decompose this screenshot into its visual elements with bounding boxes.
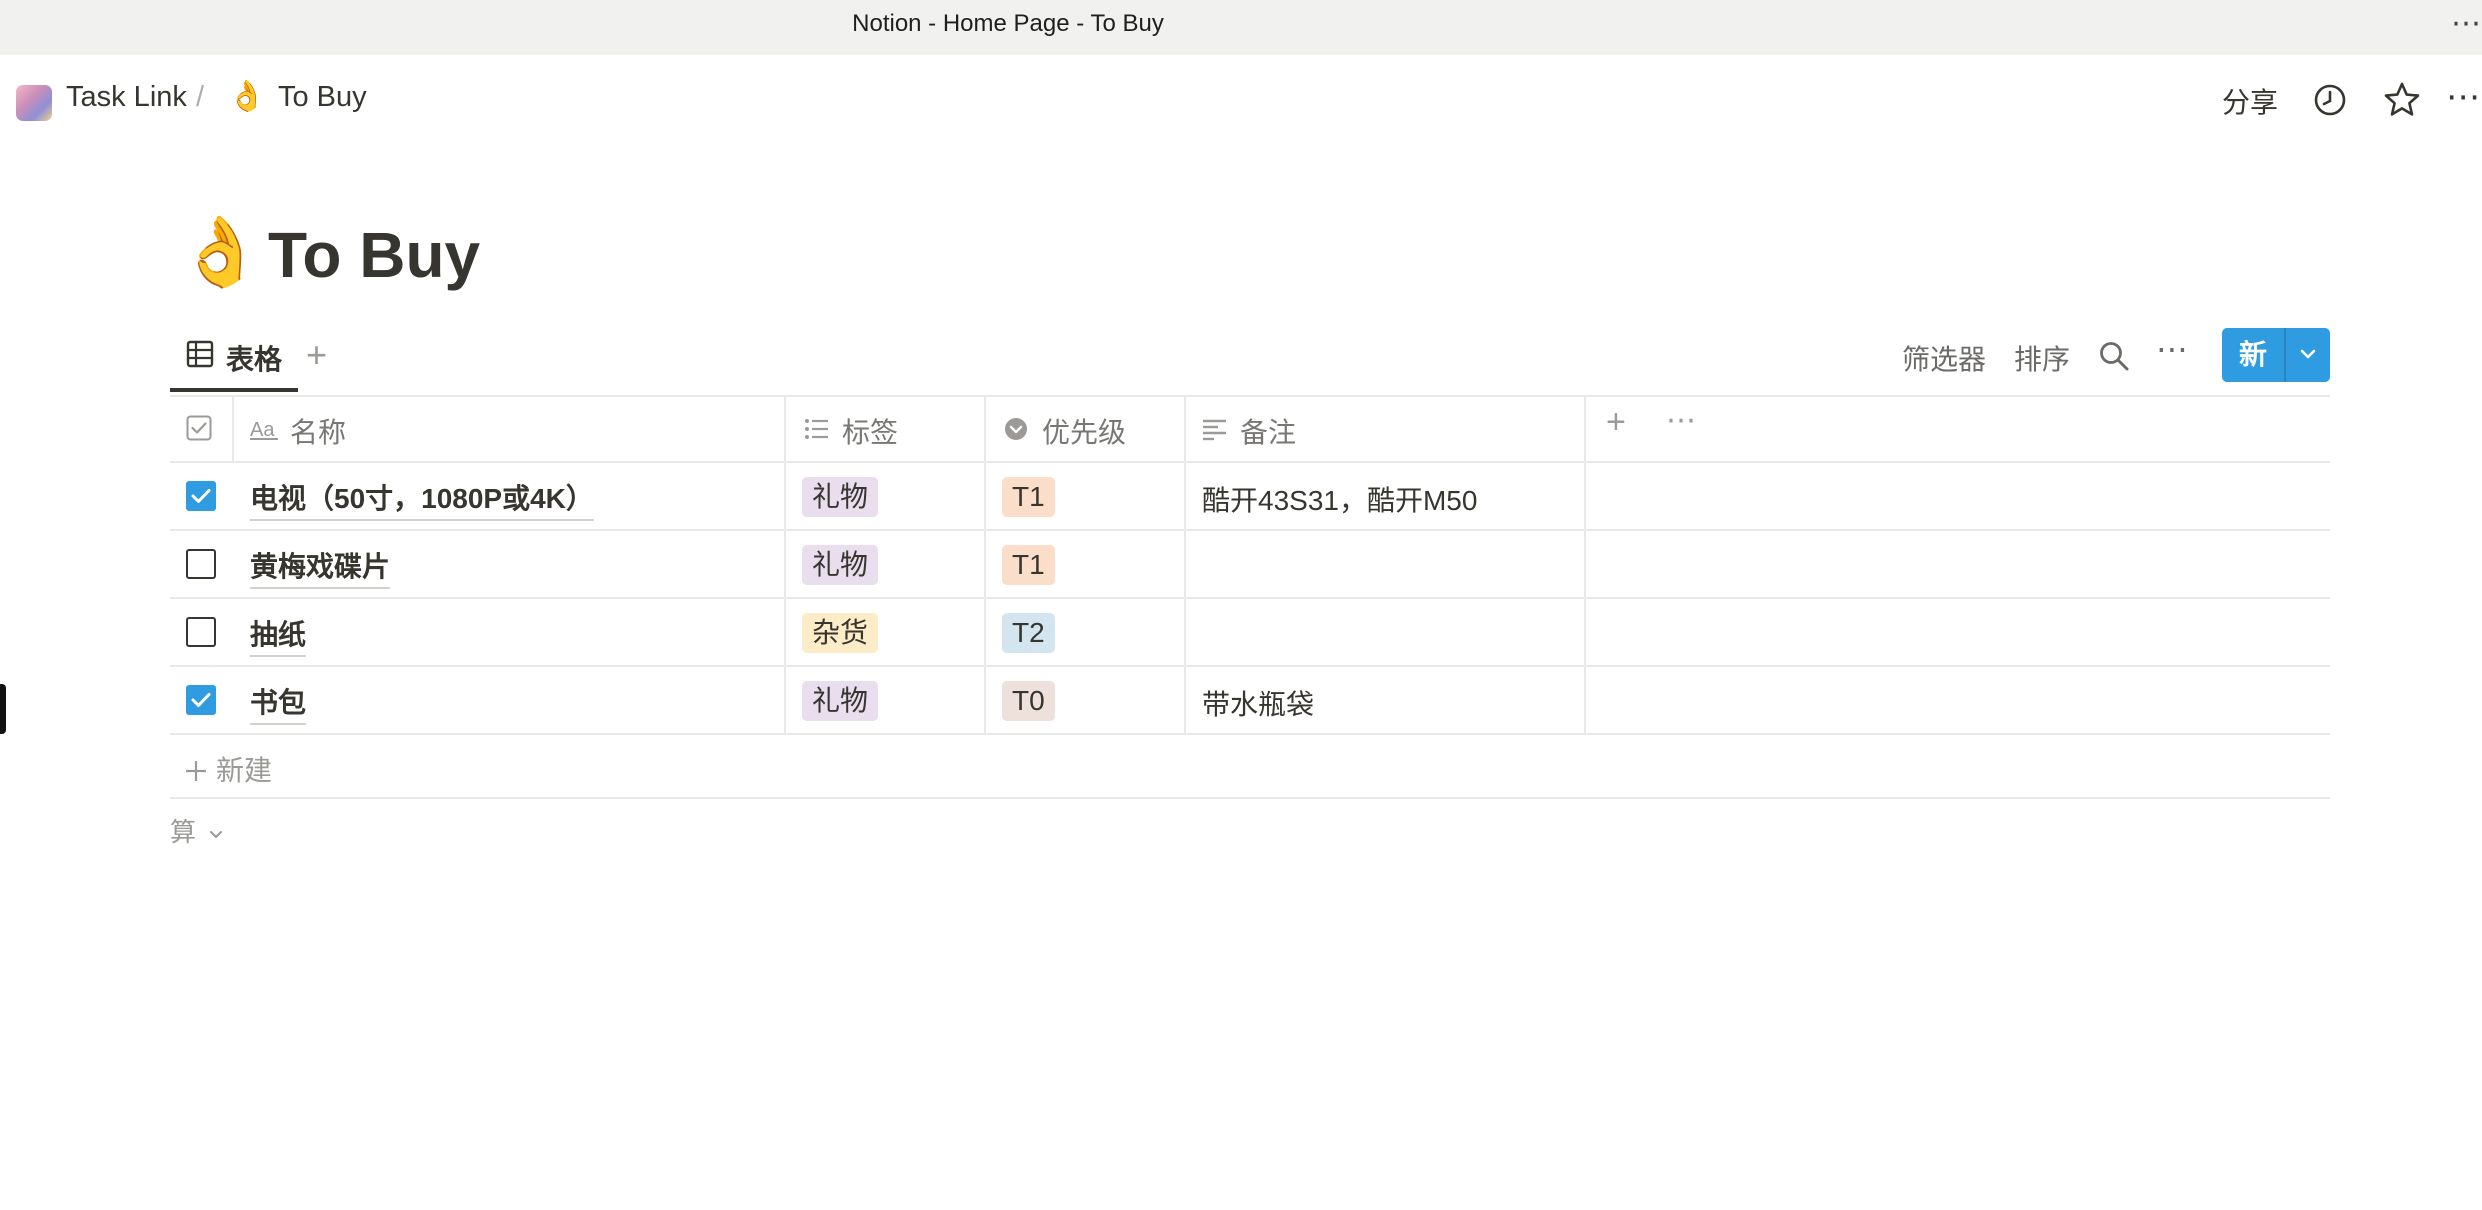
column-divider [784, 395, 786, 733]
row-checkbox-unchecked[interactable] [186, 549, 216, 579]
tag-pill[interactable]: 杂货 [802, 613, 879, 653]
column-header-priority[interactable]: 优先级 [1042, 411, 1126, 451]
plus-icon [186, 761, 206, 781]
tab-table-label: 表格 [226, 344, 283, 375]
svg-text:Aa: Aa [250, 419, 275, 441]
multi-select-icon [805, 419, 828, 439]
breadcrumb-page[interactable]: To Buy [278, 81, 367, 114]
tag-pill[interactable]: 礼物 [802, 545, 879, 585]
page-icon-emoji[interactable]: 👌 [178, 212, 263, 292]
workspace-avatar[interactable] [16, 85, 52, 121]
add-view-button[interactable]: + [306, 334, 327, 376]
select-all-checkbox-icon[interactable] [186, 415, 212, 441]
calculate-label: 算 [170, 817, 197, 847]
column-divider [1584, 395, 1586, 733]
top-bar: Task Link / 👌 To Buy 分享 ⋯ [0, 55, 2482, 145]
page-more-icon[interactable]: ⋯ [2446, 77, 2482, 117]
table-header-border [170, 461, 2330, 463]
row-divider [170, 597, 2330, 599]
new-entry-button-group: 新 [2222, 328, 2330, 382]
tag-pill[interactable]: 礼物 [802, 477, 879, 517]
row-divider [170, 529, 2330, 531]
checkmark-icon [191, 693, 211, 707]
row-checkbox-checked[interactable] [186, 481, 216, 511]
page-title[interactable]: To Buy [268, 218, 480, 292]
row-divider [170, 733, 2330, 735]
new-entry-dropdown[interactable] [2286, 328, 2330, 382]
window-more-icon[interactable]: ⋯ [2451, 6, 2482, 41]
row-name[interactable]: 电视（50寸，1080P或4K） [250, 477, 594, 521]
filter-button[interactable]: 筛选器 [1902, 338, 1986, 378]
priority-pill[interactable]: T1 [1002, 477, 1055, 517]
star-favorite-icon[interactable] [2382, 80, 2422, 120]
column-options-more-icon[interactable]: ⋯ [1666, 403, 1697, 438]
table-border-bottom [170, 797, 2330, 799]
breadcrumb-separator: / [196, 81, 205, 113]
row-note[interactable]: 带水瓶袋 [1202, 683, 1314, 723]
share-button[interactable]: 分享 [2222, 81, 2278, 121]
view-options-more-icon[interactable]: ⋯ [2156, 330, 2189, 368]
row-divider [170, 665, 2330, 667]
priority-pill[interactable]: T0 [1002, 681, 1055, 721]
breadcrumb-workspace[interactable]: Task Link [66, 81, 187, 114]
tab-table-view[interactable]: 表格 [170, 330, 298, 392]
new-row-button[interactable]: 新建 [184, 749, 272, 789]
priority-pill[interactable]: T2 [1002, 613, 1055, 653]
sort-button[interactable]: 排序 [2014, 338, 2070, 378]
row-name[interactable]: 抽纸 [250, 613, 307, 657]
row-checkbox-checked[interactable] [186, 685, 216, 715]
tag-pill[interactable]: 礼物 [802, 681, 879, 721]
new-entry-button[interactable]: 新 [2222, 328, 2284, 382]
table-view-icon [186, 340, 214, 368]
checkmark-icon [191, 489, 211, 503]
column-divider [984, 395, 986, 733]
search-icon[interactable] [2098, 340, 2130, 372]
column-header-notes[interactable]: 备注 [1240, 411, 1296, 451]
row-name[interactable]: 书包 [250, 681, 307, 725]
clock-history-icon[interactable] [2313, 83, 2347, 117]
text-aa-icon: Aa [250, 419, 278, 441]
window-title: Notion - Home Page - To Buy [852, 10, 1164, 37]
chevron-down-icon [210, 831, 223, 838]
row-checkbox-unchecked[interactable] [186, 617, 216, 647]
column-divider [1184, 395, 1186, 733]
breadcrumb-page-emoji: 👌 [228, 80, 266, 113]
chevron-down-icon [2300, 349, 2316, 359]
column-header-name[interactable]: 名称 [290, 411, 346, 451]
table-border-top [170, 395, 2330, 397]
new-row-label: 新建 [216, 755, 273, 786]
row-note[interactable]: 酷开43S31，酷开M50 [1202, 479, 1477, 519]
calculate-menu[interactable]: 算 [170, 812, 225, 849]
text-lines-icon [1203, 419, 1226, 441]
window-titlebar: Notion - Home Page - To Buy ⋯ [0, 0, 2482, 55]
column-header-tags[interactable]: 标签 [842, 411, 898, 451]
priority-pill[interactable]: T1 [1002, 545, 1055, 585]
select-icon [1005, 418, 1027, 440]
row-name[interactable]: 黄梅戏碟片 [250, 545, 391, 589]
add-column-button[interactable]: + [1606, 403, 1626, 442]
window-edge-handle [0, 684, 6, 734]
column-divider [232, 395, 234, 461]
